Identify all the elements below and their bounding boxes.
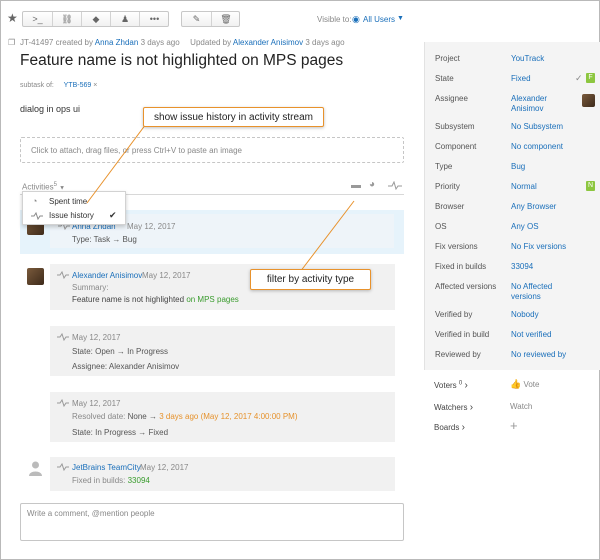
field-label: OS (435, 222, 447, 231)
thumbs-up-icon: 👍 (510, 379, 522, 389)
field-label: Fixed in builds (435, 262, 487, 271)
chevron-right-icon: › (469, 402, 474, 413)
boards-label: Boards (434, 423, 460, 432)
field-value[interactable]: Any OS (511, 222, 575, 232)
field-label: Project (435, 54, 460, 63)
field-value[interactable]: No reviewed by (511, 350, 591, 360)
watch-button[interactable]: Watch (510, 402, 532, 411)
field-value[interactable]: No Subsystem (511, 122, 575, 132)
field-value[interactable]: Fixed (511, 74, 575, 84)
field-value[interactable]: No component (511, 142, 575, 152)
field-value[interactable]: No Fix versions (511, 242, 575, 252)
field-value[interactable]: Bug (511, 162, 575, 172)
watchers-label: Watchers (434, 403, 468, 412)
field-label: Component (435, 142, 477, 151)
callout-history: show issue history in activity stream (143, 107, 324, 127)
watchers-toggle[interactable]: Watchers › (434, 402, 473, 413)
chevron-right-icon: › (464, 380, 468, 391)
field-label: Type (435, 162, 453, 171)
field-value[interactable]: Alexander Anisimov (511, 94, 575, 114)
voters-count: 0 (458, 380, 463, 387)
field-value[interactable]: YouTrack (511, 54, 575, 64)
field-label: State (435, 74, 454, 83)
field-label: Verified in build (435, 330, 490, 339)
chevron-right-icon: › (461, 422, 465, 433)
field-value[interactable]: Normal (511, 182, 575, 192)
vote-label: Vote (523, 380, 540, 389)
voters-toggle[interactable]: Voters 0 › (434, 380, 468, 391)
add-board-icon[interactable]: + (510, 418, 518, 433)
field-label: Fix versions (435, 242, 478, 251)
field-value[interactable]: 33094 (511, 262, 575, 272)
field-label: Browser (435, 202, 465, 211)
field-value[interactable]: Not verified (511, 330, 575, 340)
field-value[interactable]: Any Browser (511, 202, 575, 212)
field-label: Affected versions (435, 282, 497, 291)
vote-button[interactable]: 👍 Vote (510, 379, 539, 390)
field-label: Reviewed by (435, 350, 481, 359)
resolved-check-icon: ✓ (575, 73, 583, 83)
field-value[interactable]: No Affected versions (511, 282, 575, 302)
boards-toggle[interactable]: Boards › (434, 422, 465, 433)
field-label: Verified by (435, 310, 473, 319)
assignee-avatar (582, 94, 595, 107)
issue-fields-panel: Project YouTrack State Fixed ✓ F Assigne… (424, 42, 600, 370)
field-label: Subsystem (435, 122, 475, 131)
field-label: Priority (435, 182, 460, 191)
state-badge: F (586, 73, 595, 83)
callout-filter: filter by activity type (250, 269, 371, 290)
field-label: Assignee (435, 94, 468, 103)
priority-badge: N (586, 181, 595, 191)
field-value[interactable]: Nobody (511, 310, 575, 320)
voters-label: Voters (434, 381, 457, 390)
